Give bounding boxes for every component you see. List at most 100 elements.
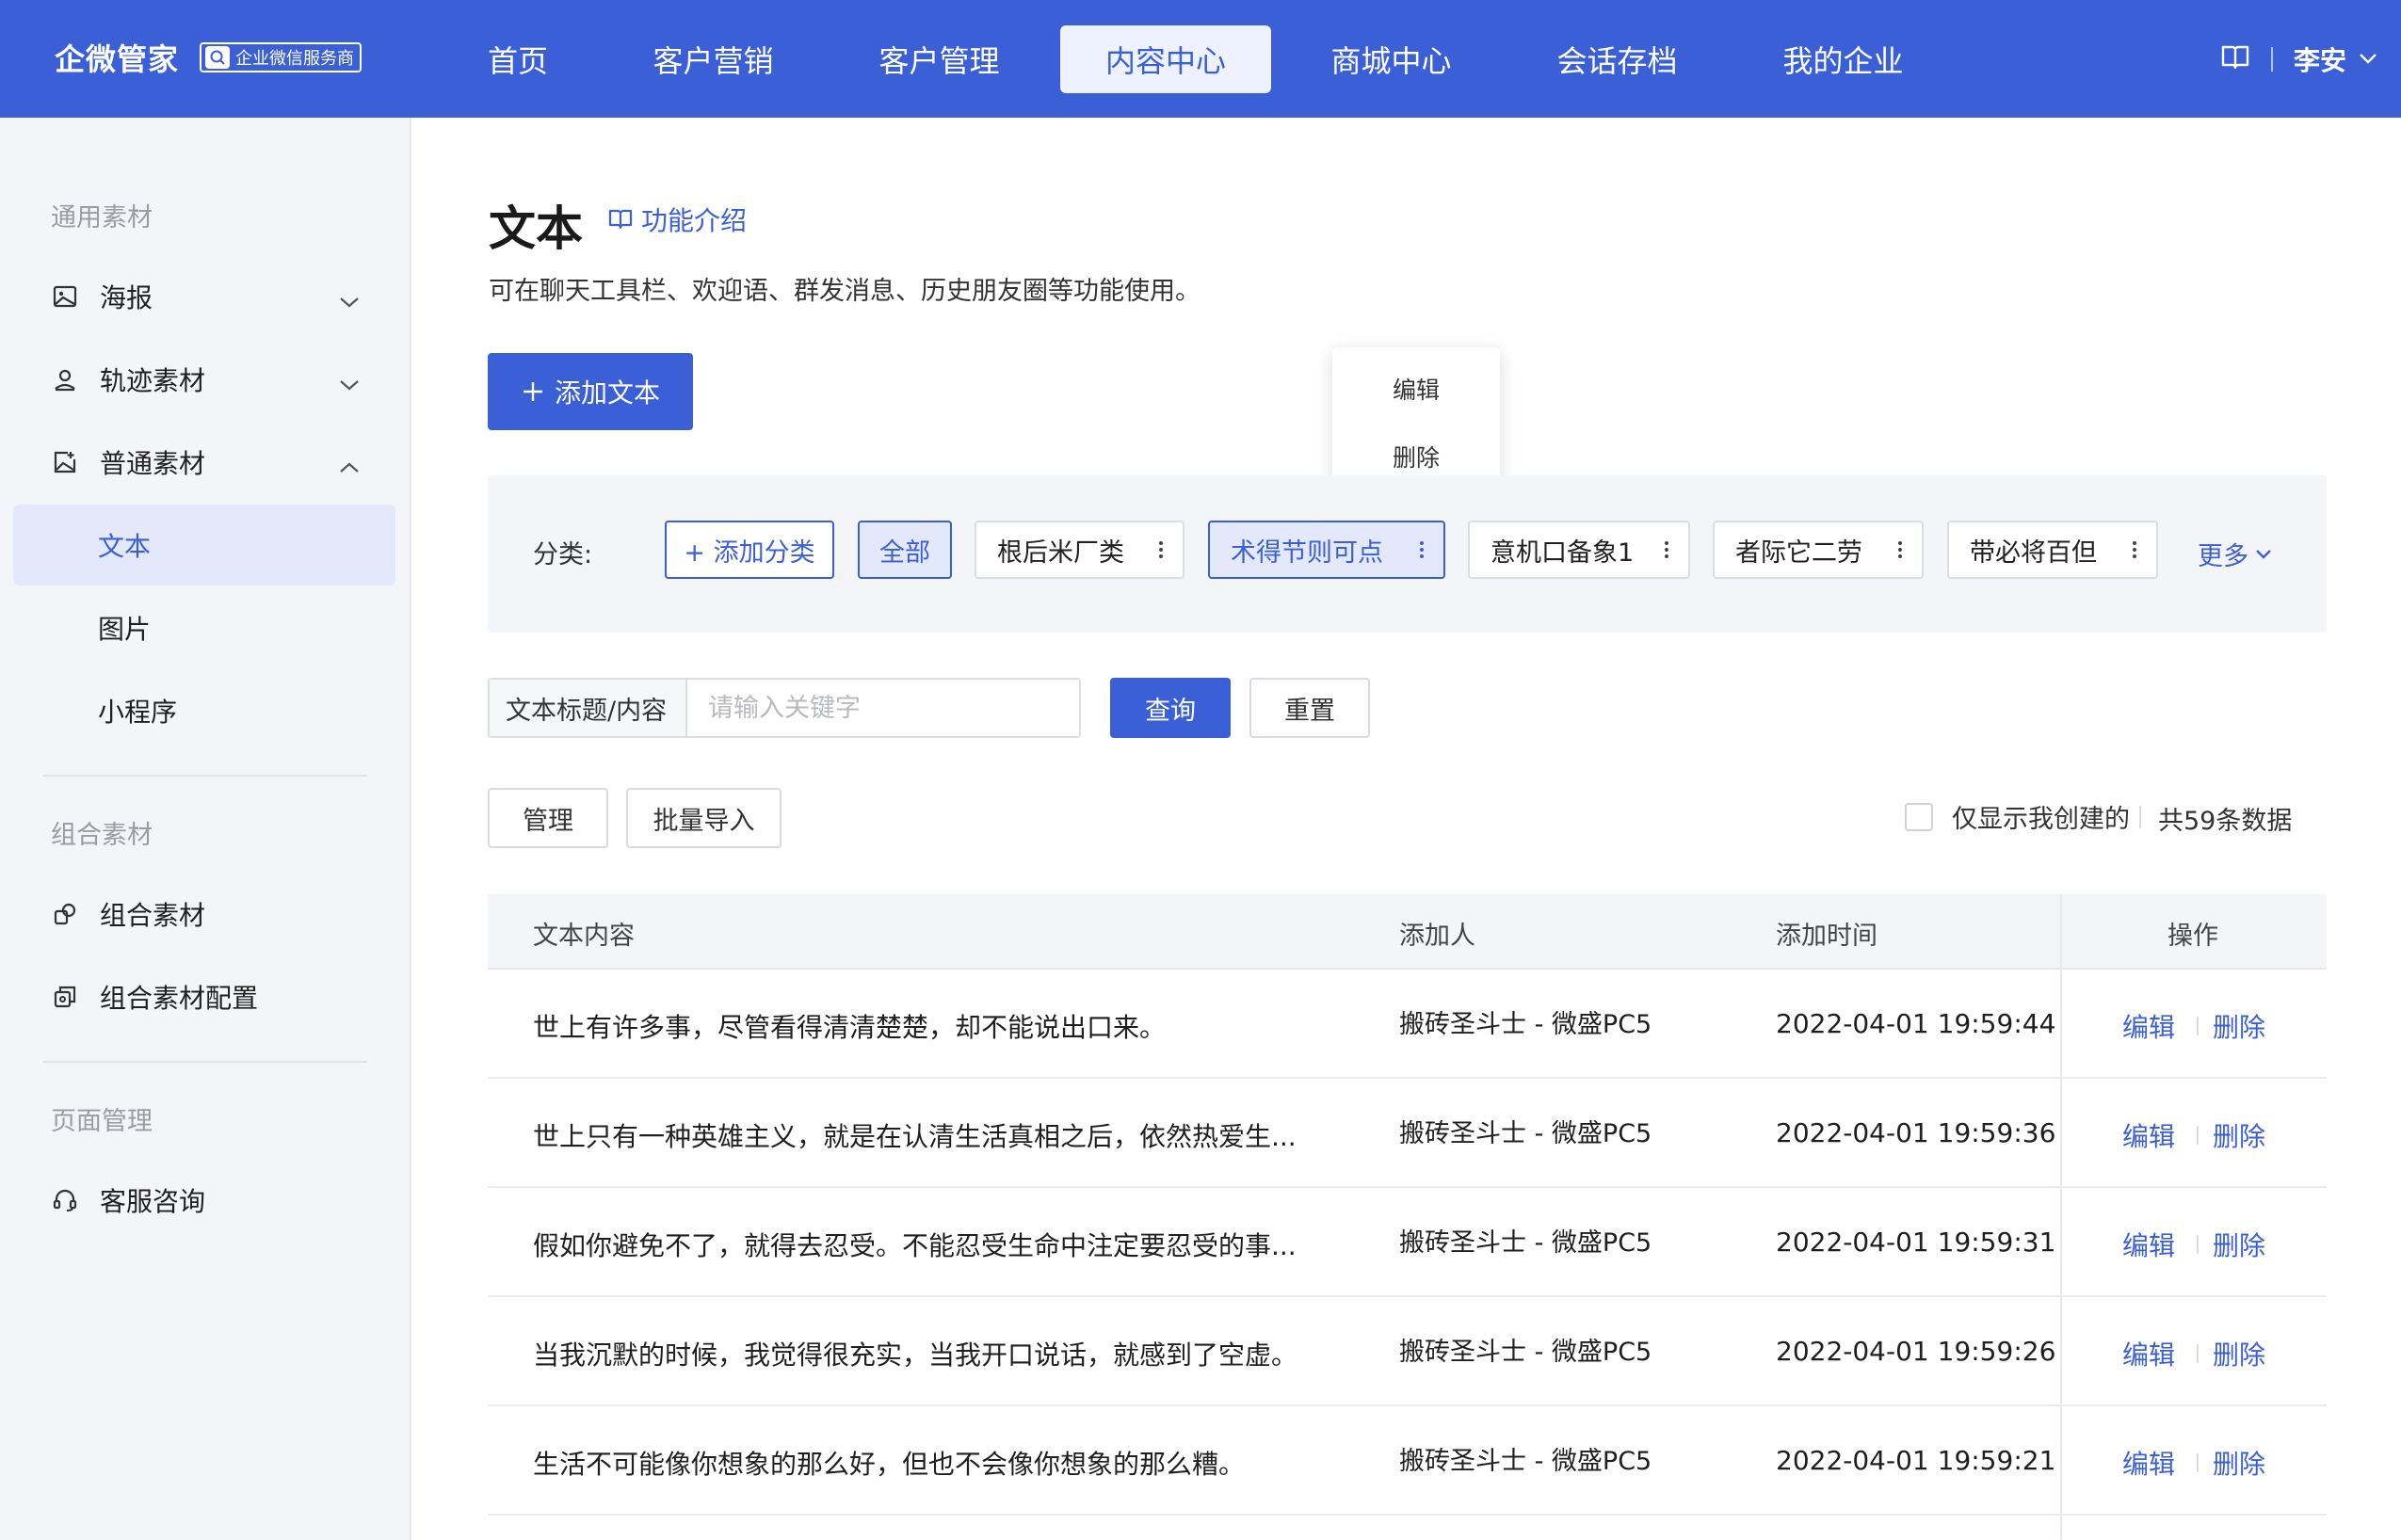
popup-edit-item[interactable]: 编辑 [1332,372,1500,406]
only-mine-filter[interactable]: 仅显示我创建的 [1905,798,2130,835]
category-chip-selected[interactable]: 术得节则可点 [1208,521,1445,579]
more-vertical-icon[interactable] [2132,536,2137,570]
add-text-label: 添加文本 [554,377,660,409]
row-edit-link[interactable]: 编辑 [2122,1116,2175,1154]
row-edit-link[interactable]: 编辑 [2122,1007,2175,1045]
sidebar-divider [43,1061,367,1063]
row-edit-link[interactable]: 编辑 [2122,1335,2175,1372]
row-delete-link[interactable]: 删除 [2213,1444,2265,1482]
sidebar-group-general: 通用素材 [51,203,153,233]
more-vertical-icon[interactable] [1664,536,1669,570]
row-delete-link[interactable]: 删除 [2213,1116,2265,1154]
row-edit-link[interactable]: 编辑 [2122,1226,2175,1263]
only-mine-label: 仅显示我创建的 [1952,805,2130,834]
row-content: 世上只有一种英雄主义，就是在认清生活真相之后，依然热爱生... [533,1121,1297,1152]
reset-button[interactable]: 重置 [1249,678,1370,738]
chevron-down-icon [338,284,361,315]
copy-settings-icon [51,983,79,1011]
row-adder: 搬砖圣斗士 - 微盛PC5 [1399,1447,1652,1476]
row-time: 2022-04-01 19:59:31 [1776,1227,2056,1258]
more-vertical-icon[interactable] [1419,536,1425,570]
category-chip-label: 意机口备象1 [1491,537,1635,568]
query-button[interactable]: 查询 [1110,678,1231,738]
row-delete-link[interactable]: 删除 [2213,1335,2265,1372]
table-row: 当我沉默的时候，我觉得很充实，当我开口说话，就感到了空虚。 搬砖圣斗士 - 微盛… [488,1297,2327,1406]
page-title: 文本 [489,201,583,256]
sidebar-item-poster[interactable]: 海报 [13,256,395,337]
sidebar-item-label: 轨迹素材 [100,365,206,396]
sidebar-item-miniprogram[interactable]: 小程序 [13,670,395,751]
op-divider [2197,1235,2199,1254]
more-vertical-icon[interactable] [1158,536,1164,570]
row-content: 假如你避免不了，就得去忍受。不能忍受生命中注定要忍受的事... [533,1230,1297,1261]
sidebar-divider [43,775,367,777]
top-navigation-bar: 企微管家 企业微信服务商 首页 客户营销 客户管理 内容中心 商城中心 会话存档… [0,0,2401,118]
sidebar-item-combo-material[interactable]: 组合素材 [13,874,395,954]
feature-intro-link[interactable]: 功能介绍 [607,201,747,238]
popup-delete-item[interactable]: 删除 [1332,440,1500,473]
add-text-button[interactable]: 添加文本 [488,353,693,430]
category-chip[interactable]: 带必将百但 [1947,521,2158,579]
search-field-label: 文本标题/内容 [490,680,687,736]
sidebar-item-text[interactable]: 文本 [13,505,395,586]
add-category-button[interactable]: + 添加分类 [665,521,834,579]
brand-name: 企微管家 [55,41,180,77]
op-divider [2197,1344,2199,1363]
column-header-ops: 操作 [2167,922,2218,951]
brand-logo[interactable]: 企微管家 企业微信服务商 [55,36,363,79]
op-divider [2197,1126,2199,1145]
brand-badge-text: 企业微信服务商 [235,49,355,69]
category-chip[interactable]: 意机口备象1 [1468,521,1690,579]
row-time: 2022-04-01 19:59:36 [1776,1117,2056,1148]
row-content: 生活不可能像你想象的那么好，但也不会像你想象的那么糟。 [533,1449,1246,1480]
row-delete-link[interactable]: 删除 [2213,1007,2265,1045]
nav-item-chat-archive[interactable]: 会话存档 [1544,25,1690,93]
user-name[interactable]: 李安 [2294,40,2346,78]
toolbar-divider [2139,806,2141,828]
more-vertical-icon[interactable] [1897,536,1903,570]
category-chip-label: 根后米厂类 [997,537,1124,568]
book-icon[interactable] [2220,43,2250,75]
sidebar-item-normal-material[interactable]: 普通素材 [13,422,395,503]
sidebar-item-image[interactable]: 图片 [13,587,395,668]
batch-import-button[interactable]: 批量导入 [626,788,782,848]
manage-button[interactable]: 管理 [488,788,608,848]
search-input[interactable] [687,680,1079,736]
nav-item-content-center[interactable]: 内容中心 [1060,25,1271,93]
row-adder: 搬砖圣斗士 - 微盛PC5 [1399,1338,1652,1367]
nav-item-customer-marketing[interactable]: 客户营销 [640,25,786,93]
op-divider [2197,1017,2199,1035]
row-content: 世上有许多事，尽管看得清清楚楚，却不能说出口来。 [533,1012,1167,1043]
top-right-tools: 李安 [2220,38,2378,81]
category-chip-label: 者际它二劳 [1735,537,1862,568]
sidebar-item-label: 文本 [98,531,152,562]
column-header-adder: 添加人 [1399,922,1475,951]
nav-item-my-enterprise[interactable]: 我的企业 [1770,25,1916,93]
sidebar-item-customer-service[interactable]: 客服咨询 [13,1160,395,1241]
category-chip-label: 带必将百但 [1970,537,2097,568]
sidebar-item-label: 小程序 [98,697,178,728]
more-categories-link[interactable]: 更多 [2198,536,2273,572]
category-filter-bar: 分类: + 添加分类 全部 根后米厂类 术得节则可点 意机口备象1 者际它二劳 … [488,475,2327,633]
chevron-down-icon[interactable] [2358,51,2378,69]
page-description: 可在聊天工具栏、欢迎语、群发消息、历史朋友圈等功能使用。 [489,277,1200,306]
nav-item-mall-center[interactable]: 商城中心 [1318,25,1464,93]
row-time: 2022-04-01 19:59:26 [1776,1336,2056,1367]
table-row: 世上只有一种英雄主义，就是在认清生活真相之后，依然热爱生... 搬砖圣斗士 - … [488,1079,2327,1188]
row-delete-link[interactable]: 删除 [2213,1226,2265,1263]
plus-icon [523,382,542,401]
sidebar-item-track[interactable]: 轨迹素材 [13,339,395,420]
sidebar-item-label: 客服咨询 [100,1186,206,1217]
row-edit-link[interactable]: 编辑 [2122,1444,2175,1482]
brand-badge: 企业微信服务商 [200,42,363,72]
sidebar-item-combo-config[interactable]: 组合素材配置 [13,956,395,1037]
image-icon [51,282,79,311]
only-mine-checkbox[interactable] [1905,802,1933,831]
table-header: 文本内容 添加人 添加时间 操作 [488,894,2327,970]
sidebar-group-combo: 组合素材 [51,821,153,850]
nav-item-customer-management[interactable]: 客户管理 [866,25,1012,93]
category-chip-all[interactable]: 全部 [858,521,952,579]
category-chip[interactable]: 者际它二劳 [1713,521,1924,579]
nav-item-home[interactable]: 首页 [471,25,565,93]
category-chip[interactable]: 根后米厂类 [975,521,1184,579]
